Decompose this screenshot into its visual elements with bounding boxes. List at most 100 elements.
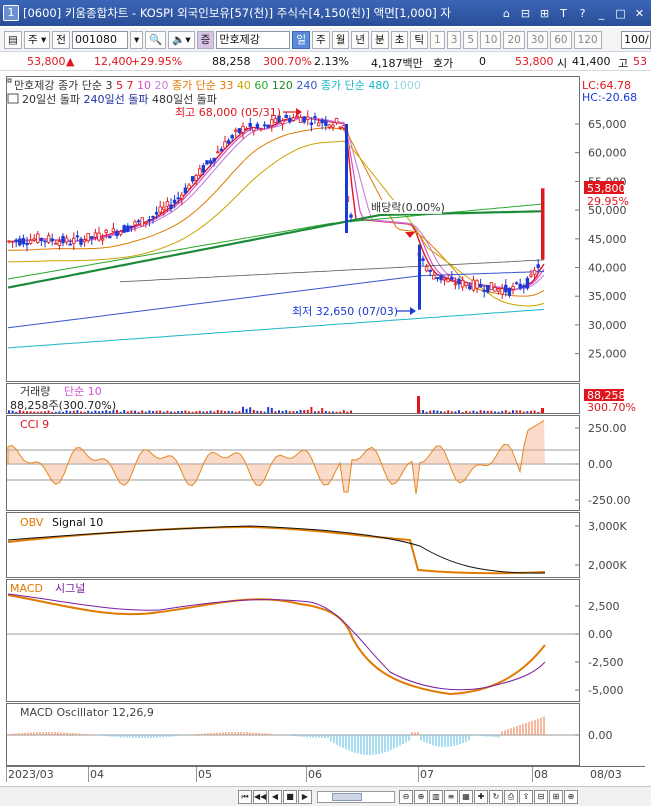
price-info-bar: 53,800 ▲ 12,400 +29.95% 88,258 300.70% 2…	[0, 53, 651, 71]
candle-body	[464, 282, 468, 287]
tab-month[interactable]: 월	[331, 30, 350, 49]
legend-item: 만호제강	[14, 79, 54, 92]
stock-badge-icon[interactable]: 증	[196, 30, 215, 49]
code-scope-button[interactable]: 전	[52, 30, 70, 49]
stock-chart[interactable]: 65,00060,00055,00050,00045,00040,00035,0…	[0, 72, 651, 786]
window-number[interactable]: 1	[3, 5, 19, 21]
candle-body	[154, 212, 159, 215]
interval-1[interactable]: 1	[430, 30, 445, 49]
candle-body	[489, 282, 494, 291]
speaker-icon[interactable]: 🔈▾	[168, 30, 195, 49]
legend-item: 1000	[389, 79, 421, 92]
count-input[interactable]: 100/	[621, 30, 651, 49]
tab-year[interactable]: 년	[351, 30, 370, 49]
price-tick-label: 45,000	[588, 233, 627, 246]
bottom-bar: ⏮ ◀◀ ◀ ■ ▶ ⊖ ⊕ ▥ ≡ ▦ ✚ ↻ ⎙ ⇪ ⊟ ⊞ ⊕	[0, 786, 651, 806]
export-icon[interactable]: ⇪	[519, 789, 533, 804]
candle-body	[270, 119, 274, 126]
crosshair-icon[interactable]: ✚	[474, 789, 488, 804]
candle-body	[176, 197, 180, 200]
current-price: 53,800	[27, 55, 66, 68]
tab-week[interactable]: 주	[312, 30, 330, 49]
volume-bar	[454, 411, 457, 413]
refresh-icon[interactable]: ↻	[489, 789, 503, 804]
scroll-back-icon[interactable]: ◀	[268, 789, 282, 804]
stop-icon[interactable]: ■	[283, 789, 297, 804]
interval-3[interactable]: 3	[446, 30, 462, 49]
grid-toggle-icon[interactable]: ▦	[459, 789, 473, 804]
volume-bar	[458, 410, 460, 413]
minimize-icon[interactable]: _	[594, 6, 609, 21]
help-icon[interactable]: ?	[575, 6, 590, 21]
obv-title: OBV	[20, 516, 44, 529]
chart-type-icon[interactable]: ▥	[429, 789, 443, 804]
code-type-select[interactable]: 주 ▾	[24, 30, 51, 49]
volume-bar	[440, 411, 442, 413]
volume-bar	[256, 410, 259, 413]
tab-tick[interactable]: 틱	[410, 30, 429, 49]
zoom-out-icon[interactable]: ⊖	[399, 789, 413, 804]
interval-60[interactable]: 60	[550, 30, 572, 49]
candle-body	[10, 240, 15, 243]
volume-bar	[159, 410, 162, 413]
settings-icon[interactable]: ⊕	[564, 789, 578, 804]
candle-body	[165, 201, 170, 207]
tab-second[interactable]: 초	[390, 30, 409, 49]
maximize-icon[interactable]: □	[613, 6, 628, 21]
candle-body	[212, 157, 216, 162]
text-icon[interactable]: T	[556, 6, 571, 21]
print-icon[interactable]: ⎙	[504, 789, 518, 804]
candle-body	[288, 118, 292, 123]
candle-body	[432, 274, 436, 280]
zoom-slider[interactable]	[317, 790, 395, 803]
svg-text:20일선 돌파 240일선 돌파 480일선 돌파: 20일선 돌파 240일선 돌파 480일선 돌파	[22, 92, 217, 106]
zoom-slider-thumb[interactable]	[332, 792, 362, 801]
toolbar-menu-icon[interactable]: ▤	[4, 30, 22, 49]
layout-icon[interactable]: ⊟	[518, 6, 533, 21]
candle-body	[331, 124, 335, 128]
cci-tick-label: -250.00	[588, 494, 630, 507]
candle-body	[442, 278, 447, 281]
search-icon[interactable]: 🔍	[145, 30, 167, 49]
indicator-icon[interactable]: ≡	[444, 789, 458, 804]
candle-body	[183, 187, 188, 194]
interval-5[interactable]: 5	[463, 30, 479, 49]
candle-body	[118, 231, 123, 235]
interval-20[interactable]: 20	[503, 30, 525, 49]
interval-120[interactable]: 120	[573, 30, 602, 49]
zoom-in-icon[interactable]: ⊕	[414, 789, 428, 804]
price-tag: 53,800	[587, 182, 626, 195]
scroll-forward-icon[interactable]: ▶	[298, 789, 312, 804]
candle-body	[43, 240, 47, 243]
home-icon[interactable]: ⌂	[499, 6, 514, 21]
candle-body	[198, 168, 202, 176]
scroll-start-icon[interactable]: ⏮	[238, 789, 252, 804]
candle-body	[50, 238, 54, 242]
volume-bar	[450, 411, 453, 413]
candle-body	[500, 288, 504, 295]
scroll-fast-back-icon[interactable]: ◀◀	[253, 789, 267, 804]
interval-10[interactable]: 10	[480, 30, 502, 49]
candle-body	[169, 204, 173, 210]
volume-bar	[134, 410, 136, 413]
tile-icon[interactable]: ⊞	[537, 6, 552, 21]
volume-bar	[213, 411, 216, 413]
options-icon[interactable]: ⊟	[534, 789, 548, 804]
candle-body	[147, 219, 152, 221]
price-change-rate: +29.95%	[131, 55, 183, 68]
volume-bar	[332, 411, 334, 413]
tab-day[interactable]: 일	[292, 30, 311, 49]
stock-code-input[interactable]: 001080	[71, 30, 128, 49]
close-icon[interactable]: ✕	[632, 6, 647, 21]
stock-name-field[interactable]: 만호제강	[216, 30, 291, 49]
interval-30[interactable]: 30	[526, 30, 549, 49]
volume-bar	[292, 411, 295, 413]
volume-bar	[479, 410, 482, 413]
candle-body	[511, 286, 515, 290]
expand-icon[interactable]: ⊞	[549, 789, 563, 804]
candle-body	[64, 237, 69, 243]
code-dropdown-icon[interactable]: ▾	[129, 30, 144, 49]
tab-minute[interactable]: 분	[371, 30, 389, 49]
volume-bar	[310, 406, 313, 413]
candle-body	[100, 238, 105, 241]
